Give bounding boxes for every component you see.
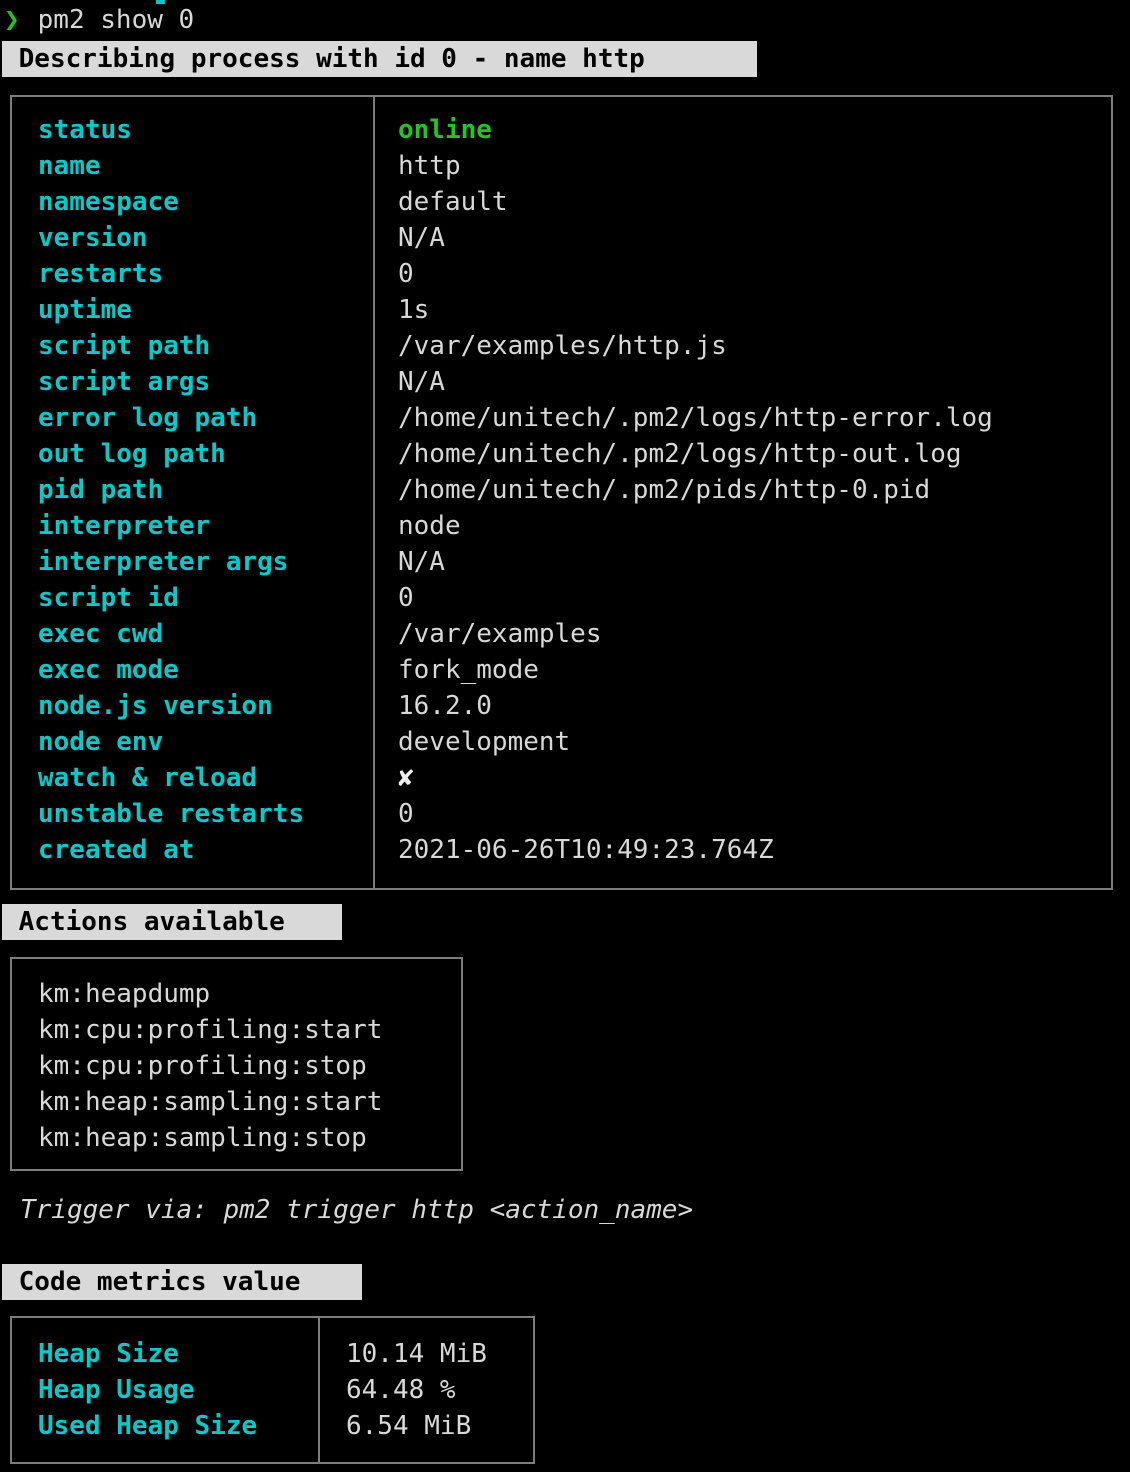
process-info-row-label: name — [38, 151, 101, 181]
shell-prompt-line: ❯ pm2 show 0 — [0, 2, 194, 38]
process-info-row-value: online — [398, 115, 492, 145]
actions-available-header: Actions available — [2, 904, 342, 940]
describe-process-header: Describing process with id 0 - name http — [2, 41, 757, 77]
process-info-row-label: error log path — [38, 403, 258, 433]
code-metrics-value-column: 10.14 MiB 64.48 % 6.54 MiB — [346, 1336, 487, 1444]
process-info-row-value: 1s — [398, 295, 430, 325]
process-info-row-value: /home/unitech/.pm2/logs/http-error.log — [398, 403, 993, 433]
process-info-row-value: fork_mode — [398, 655, 539, 685]
process-info-row-label: created at — [38, 835, 195, 865]
process-info-row-label: restarts — [38, 259, 164, 289]
process-info-row-label: status — [38, 115, 132, 145]
action-list-item: km:heap:sampling:stop — [38, 1123, 367, 1153]
action-list-item: km:cpu:profiling:stop — [38, 1051, 367, 1081]
process-info-row-value: 0 — [398, 259, 414, 289]
code-metrics-row-value: 10.14 MiB — [346, 1339, 487, 1369]
process-info-row-value: default — [398, 187, 508, 217]
actions-list: km:heapdump km:cpu:profiling:start km:cpu:… — [38, 976, 382, 1156]
prompt-chevron-icon: ❯ — [4, 5, 20, 35]
code-metrics-row-label: Heap Usage — [38, 1375, 195, 1405]
process-info-row-label: script path — [38, 331, 211, 361]
process-info-value-column: online http default N/A 0 1s/var/examples/htt… — [398, 112, 993, 868]
process-info-row-value: /home/unitech/.pm2/pids/http-0.pid — [398, 475, 931, 505]
process-info-row-label: unstable restarts — [38, 799, 305, 829]
process-info-row-label: out log path — [38, 439, 226, 469]
process-info-label-column: status name namespace version restarts uptime… — [38, 112, 304, 868]
process-info-row-value: 0 — [398, 583, 414, 613]
process-info-column-divider — [373, 95, 375, 890]
process-info-row-value: /home/unitech/.pm2/logs/http-out.log — [398, 439, 962, 469]
action-list-item: km:cpu:profiling:start — [38, 1015, 383, 1045]
process-info-row-label: exec mode — [38, 655, 179, 685]
action-list-item: km:heapdump — [38, 979, 211, 1009]
process-info-row-label: interpreter args — [38, 547, 289, 577]
process-info-row-label: script id — [38, 583, 179, 613]
process-info-row-value: 0 — [398, 799, 414, 829]
process-info-row-label: exec cwd — [38, 619, 164, 649]
action-list-item: km:heap:sampling:start — [38, 1087, 383, 1117]
code-metrics-row-label: Heap Size — [38, 1339, 179, 1369]
process-info-row-label: interpreter — [38, 511, 211, 541]
process-info-row-value: N/A — [398, 547, 445, 577]
process-info-row-value: ✘ — [398, 763, 414, 793]
process-info-row-label: node.js version — [38, 691, 273, 721]
process-info-row-value: development — [398, 727, 571, 757]
process-info-row-value: N/A — [398, 367, 445, 397]
process-info-row-value: N/A — [398, 223, 445, 253]
process-info-row-value: 16.2.0 — [398, 691, 492, 721]
code-metrics-column-divider — [318, 1316, 320, 1464]
process-info-row-label: namespace — [38, 187, 179, 217]
process-info-row-label: script args — [38, 367, 211, 397]
trigger-hint-text: Trigger via: pm2 trigger http <action_na… — [20, 1195, 694, 1225]
shell-command-text: pm2 show 0 — [37, 5, 195, 35]
process-info-row-value: node — [398, 511, 461, 541]
code-metrics-row-label: Used Heap Size — [38, 1411, 258, 1441]
process-info-row-label: pid path — [38, 475, 164, 505]
process-info-row-label: version — [38, 223, 148, 253]
code-metrics-row-value: 6.54 MiB — [346, 1411, 472, 1441]
code-metrics-label-column: Heap Size Heap Usage Used Heap Size — [38, 1336, 257, 1444]
process-info-row-value: 2021-06-26T10:49:23.764Z — [398, 835, 774, 865]
code-metrics-header: Code metrics value — [2, 1264, 362, 1300]
process-info-row-label: uptime — [38, 295, 132, 325]
code-metrics-row-value: 64.48 % — [346, 1375, 456, 1405]
process-info-row-value: /var/examples — [398, 619, 602, 649]
process-info-row-label: watch & reload — [38, 763, 258, 793]
process-info-row-label: node env — [38, 727, 164, 757]
process-info-row-value: http — [398, 151, 461, 181]
process-info-row-value: /var/examples/http.js — [398, 331, 727, 361]
